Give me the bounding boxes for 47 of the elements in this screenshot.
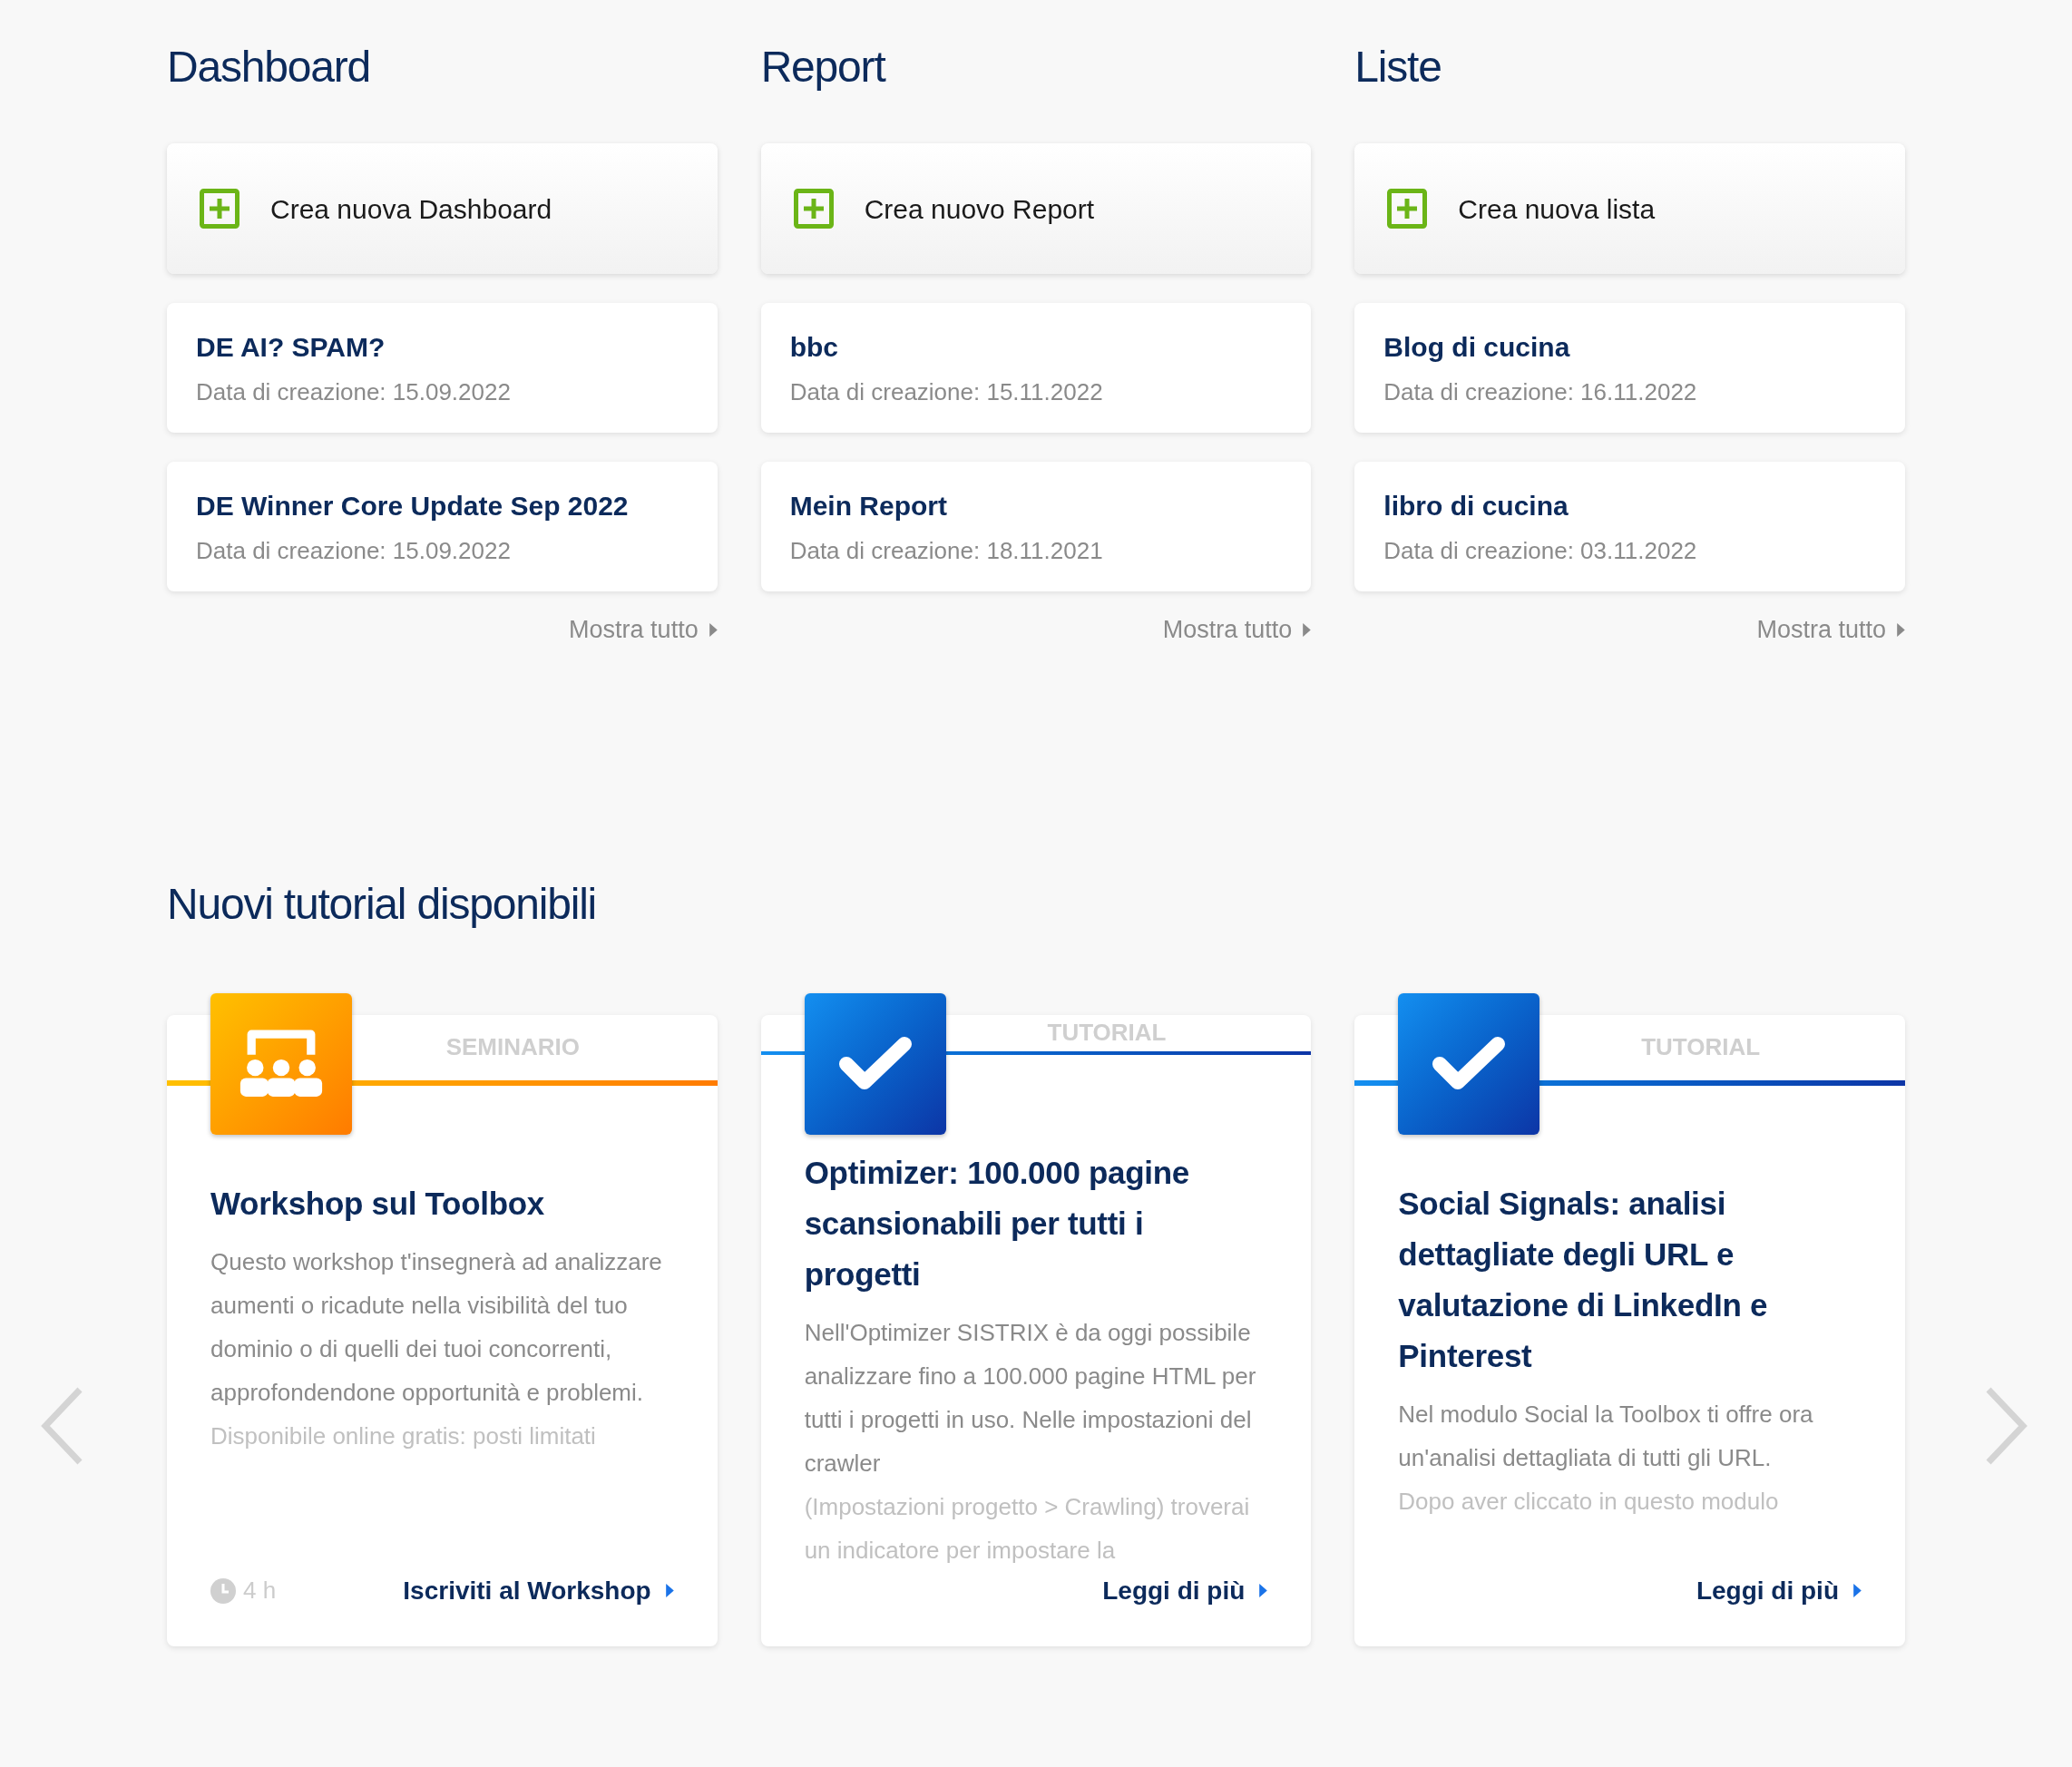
section-heading: Report	[760, 42, 885, 93]
caret-icon	[1259, 1584, 1268, 1597]
item-title[interactable]: Blog di cucina	[1383, 329, 1570, 365]
section-heading: Nuovi tutorial disponibili	[167, 878, 598, 930]
tutorial-description: Disponibile online gratis: posti limitati	[210, 1420, 597, 1451]
tutorial-description: (Impostazioni progetto > Crawling) troverai un indicatore per impostare la	[804, 1491, 1251, 1566]
tutorial-description: Questo workshop t'insegnerà ad analizzare aumenti o ricadute nella visibilità del tuo dominio o di quelli dei tuoi concorrenti, approfondendone opportunità e problemi.	[210, 1246, 663, 1408]
tutorial-description: Dopo aver cliccato in questo modulo	[1398, 1486, 1780, 1517]
item-card[interactable]: Mein Report Data di creazione: 18.11.2021	[760, 462, 1312, 591]
item-title[interactable]: Mein Report	[789, 488, 947, 523]
tutorial-description: Nel modulo Social la Toolbox ti offre ora un'analisi dettagliata di tutti gli URL.	[1398, 1399, 1814, 1473]
creation-date: Data di creazione: 15.09.2022	[196, 535, 511, 565]
item-card[interactable]: libro di cucina Data di creazione: 03.11.2022	[1354, 462, 1905, 591]
section-heading: Liste	[1354, 42, 1442, 93]
creation-date: Data di creazione: 03.11.2022	[1383, 535, 1697, 565]
create-button[interactable]: Crea nuovo Report	[760, 143, 1312, 274]
section-heading: Dashboard	[167, 42, 371, 93]
tutorial-title[interactable]: Optimizer: 100.000 pagine scansionabili per tutti i progetti	[804, 1147, 1268, 1300]
item-title[interactable]: libro di cucina	[1383, 488, 1569, 523]
tutorial-description: Nell'Optimizer SISTRIX è da oggi possibile analizzare fino a 100.000 pagine HTML per tutti i progetti in uso. Nelle impostazioni del crawler	[804, 1317, 1257, 1479]
create-button[interactable]: Crea nuova lista	[1354, 143, 1905, 274]
item-card[interactable]: bbc Data di creazione: 15.11.2022	[760, 303, 1312, 433]
tutorial-title[interactable]: Social Signals: analisi dettagliate degli URL e valutazione di LinkedIn e Pinterest	[1398, 1177, 1862, 1381]
item-card[interactable]: DE AI? SPAM? Data di creazione: 15.09.2022	[167, 303, 718, 433]
create-button[interactable]: Crea nuova Dashboard	[167, 143, 718, 274]
caret-icon	[1303, 622, 1312, 637]
caret-icon	[709, 622, 718, 637]
read-more-link[interactable]: Leggi di più	[1102, 1571, 1268, 1610]
item-card[interactable]: DE Winner Core Update Sep 2022 Data di creazione: 15.09.2022	[167, 462, 718, 591]
creation-date: Data di creazione: 15.11.2022	[789, 376, 1103, 406]
caret-icon	[1897, 622, 1905, 637]
plus-icon	[793, 189, 834, 229]
read-more-link[interactable]: Iscriviti al Workshop	[403, 1571, 674, 1610]
plus-icon	[200, 189, 239, 229]
item-title[interactable]: DE Winner Core Update Sep 2022	[196, 488, 629, 523]
caret-icon	[665, 1584, 674, 1597]
plus-icon	[1387, 189, 1428, 229]
item-card[interactable]: Blog di cucina Data di creazione: 16.11.2022	[1354, 303, 1905, 433]
item-title[interactable]: DE AI? SPAM?	[196, 329, 386, 365]
item-title[interactable]: bbc	[789, 329, 838, 365]
creation-date: Data di creazione: 18.11.2021	[789, 535, 1103, 565]
tutorial-title[interactable]: Workshop sul Toolbox	[210, 1177, 674, 1229]
creation-date: Data di creazione: 16.11.2022	[1383, 376, 1697, 406]
creation-date: Data di creazione: 15.09.2022	[196, 376, 511, 406]
clock-icon	[210, 1577, 236, 1604]
read-more-link[interactable]: Leggi di più	[1696, 1571, 1862, 1610]
caret-icon	[1853, 1584, 1862, 1597]
